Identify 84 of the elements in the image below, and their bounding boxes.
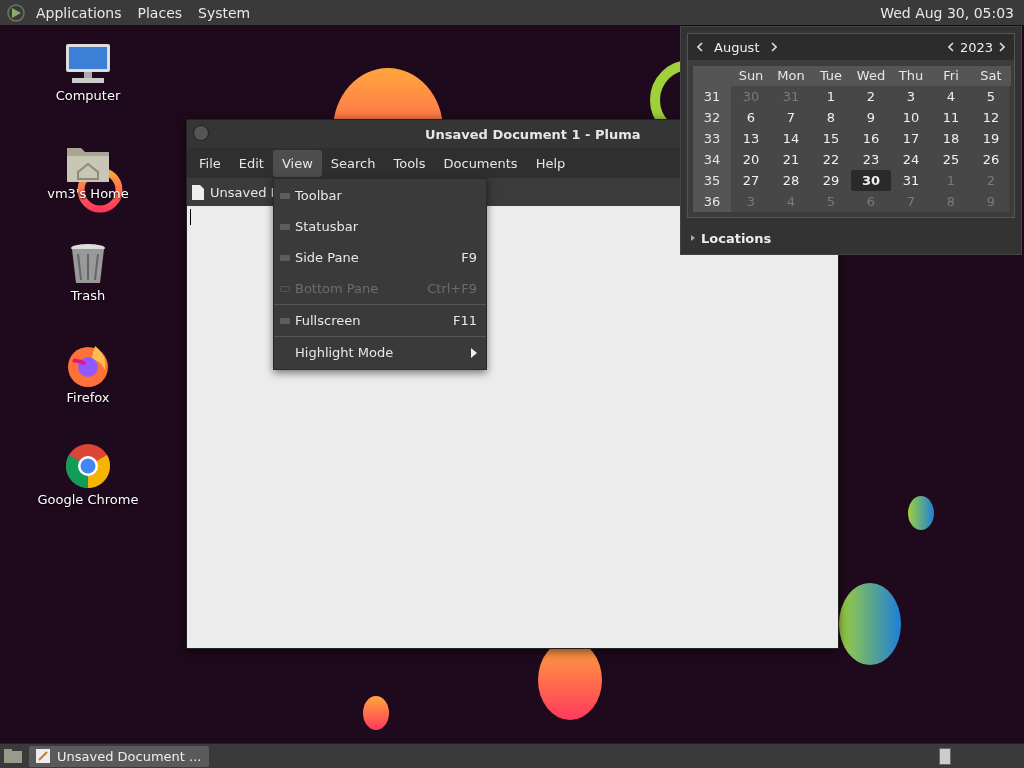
workspace-switcher[interactable] xyxy=(939,747,951,765)
menu-entry[interactable]: Statusbar xyxy=(274,211,486,242)
window-title: Unsaved Document 1 - Pluma xyxy=(425,126,641,142)
desktop-icon-label[interactable]: Trash xyxy=(70,288,106,303)
menu-entry[interactable]: Side Pane F9 xyxy=(274,242,486,273)
menu-item[interactable]: Tools xyxy=(384,149,435,177)
calendar-day[interactable]: 15 xyxy=(811,128,851,149)
previous-year-button[interactable] xyxy=(947,42,954,52)
calendar-day[interactable]: 11 xyxy=(931,107,971,128)
calendar-day[interactable]: 13 xyxy=(731,128,771,149)
clock[interactable]: Wed Aug 30, 05:03 xyxy=(876,2,1018,23)
calendar-day[interactable]: 9 xyxy=(851,107,891,128)
menu-item[interactable]: File xyxy=(190,149,230,177)
weekday-label: Thu xyxy=(891,66,931,86)
previous-month-button[interactable] xyxy=(697,42,703,52)
calendar-day[interactable]: 17 xyxy=(891,128,931,149)
calendar-day[interactable]: 30 xyxy=(851,170,891,191)
panel-menu[interactable]: System xyxy=(192,2,257,23)
locations-expander[interactable]: Locations xyxy=(701,230,772,246)
weekday-label: Tue xyxy=(811,66,851,86)
year-label: 2023 xyxy=(958,39,994,55)
calendar-day[interactable]: 1 xyxy=(811,86,851,107)
calendar-day[interactable]: 28 xyxy=(771,170,811,191)
menu-item[interactable]: Documents xyxy=(434,149,527,177)
week-number: 34 xyxy=(693,149,731,170)
next-year-button[interactable] xyxy=(999,42,1005,52)
computer-icon xyxy=(64,42,112,86)
calendar-day[interactable]: 18 xyxy=(931,128,971,149)
menu-entry[interactable]: Toolbar xyxy=(274,180,486,211)
calendar-day[interactable]: 27 xyxy=(731,170,771,191)
menu-item[interactable]: Help xyxy=(526,149,575,177)
calendar-day[interactable]: 6 xyxy=(731,107,771,128)
weekday-label: Sat xyxy=(971,66,1011,86)
desktop-icon-label[interactable]: Computer xyxy=(55,88,121,103)
calendar-day[interactable]: 26 xyxy=(971,149,1011,170)
calendar-day[interactable]: 21 xyxy=(771,149,811,170)
menu-item[interactable]: View xyxy=(272,149,322,177)
calendar-day[interactable]: 22 xyxy=(811,149,851,170)
weekday-label: Mon xyxy=(771,66,811,86)
trash-icon xyxy=(68,242,108,286)
calendar-day[interactable]: 24 xyxy=(891,149,931,170)
calendar-day[interactable]: 20 xyxy=(731,149,771,170)
calendar-day[interactable]: 8 xyxy=(811,107,851,128)
weekday-label: Sun xyxy=(731,66,771,86)
weekday-label: Wed xyxy=(851,66,891,86)
calendar-day[interactable]: 12 xyxy=(971,107,1011,128)
calendar-day[interactable]: 23 xyxy=(851,149,891,170)
next-month-button[interactable] xyxy=(770,42,777,52)
chrome-icon xyxy=(64,442,112,490)
text-editor-icon xyxy=(35,748,51,764)
menu-entry[interactable]: Highlight Mode xyxy=(274,337,486,368)
calendar-day[interactable]: 5 xyxy=(971,86,1011,107)
calendar-day[interactable]: 4 xyxy=(931,86,971,107)
calendar-day[interactable]: 7 xyxy=(771,107,811,128)
desktop-icon-label[interactable]: Firefox xyxy=(66,390,110,405)
calendar-day[interactable]: 2 xyxy=(851,86,891,107)
submenu-arrow-icon xyxy=(471,347,477,358)
calendar-day[interactable]: 29 xyxy=(811,170,851,191)
week-number: 36 xyxy=(693,191,731,212)
taskbar-button[interactable]: Unsaved Document ... xyxy=(29,745,209,767)
menu-entry[interactable]: Fullscreen F11 xyxy=(274,305,486,336)
weekday-label: Fri xyxy=(931,66,971,86)
menu-item[interactable]: Edit xyxy=(229,149,273,177)
panel-menu[interactable]: Applications xyxy=(30,2,128,23)
calendar-day[interactable]: 3 xyxy=(891,86,931,107)
calendar-day[interactable]: 19 xyxy=(971,128,1011,149)
show-desktop-icon[interactable] xyxy=(3,748,23,764)
month-label: August xyxy=(713,39,761,55)
menu-item[interactable]: Search xyxy=(321,149,385,177)
week-number: 32 xyxy=(693,107,731,128)
calendar-day[interactable]: 10 xyxy=(891,107,931,128)
mate-logo-icon[interactable] xyxy=(6,2,26,23)
week-number: 31 xyxy=(693,86,731,107)
calendar-day[interactable]: 31 xyxy=(891,170,931,191)
calendar-day[interactable]: 25 xyxy=(931,149,971,170)
document-tab[interactable]: Unsaved I xyxy=(210,184,275,200)
expander-icon[interactable] xyxy=(691,235,695,241)
week-number: 35 xyxy=(693,170,731,191)
week-number: 33 xyxy=(693,128,731,149)
document-icon xyxy=(192,184,204,200)
desktop-icon-label[interactable]: Google Chrome xyxy=(37,492,139,507)
calendar-day[interactable]: 16 xyxy=(851,128,891,149)
panel-menu[interactable]: Places xyxy=(131,2,189,23)
calendar-day[interactable]: 14 xyxy=(771,128,811,149)
